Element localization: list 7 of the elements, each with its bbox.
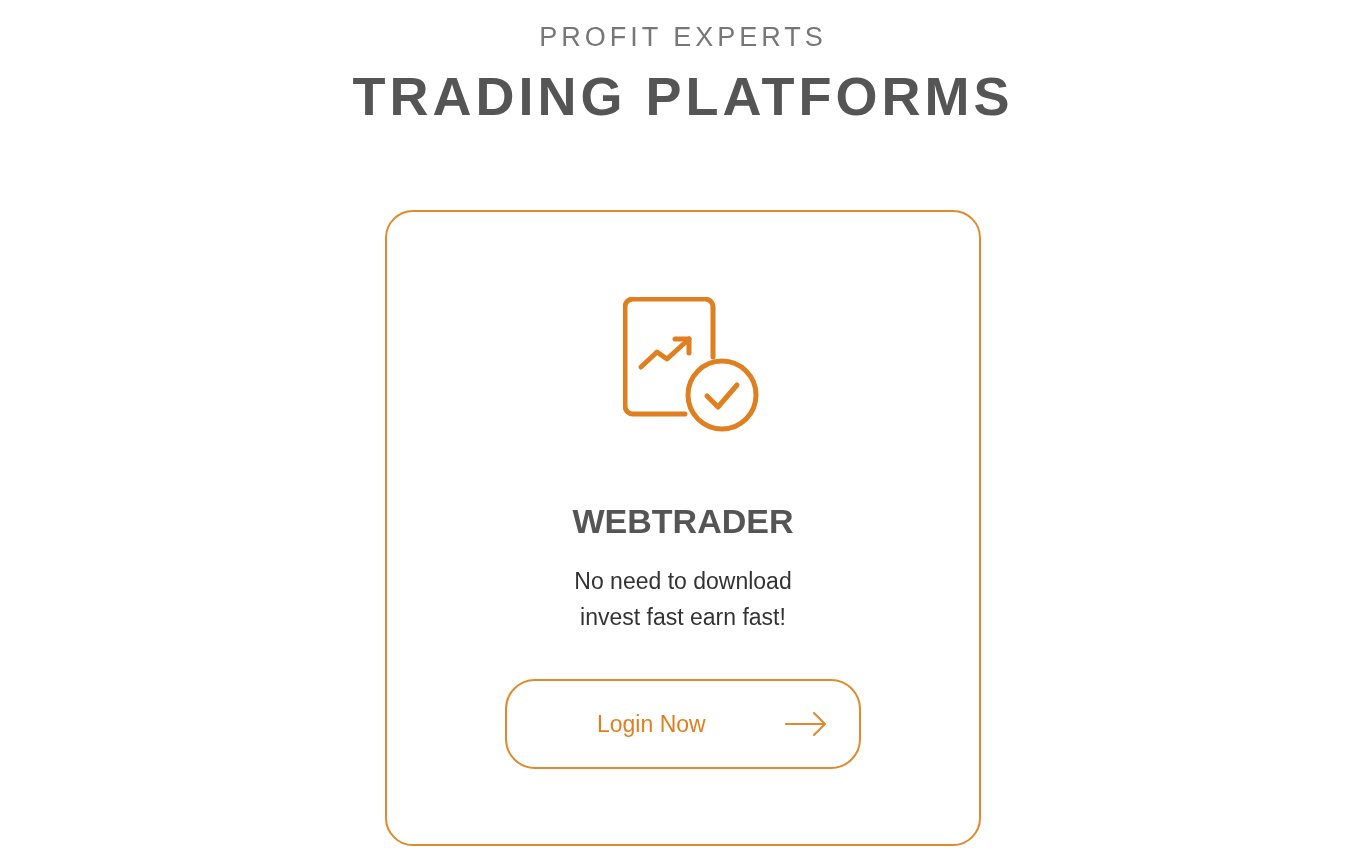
arrow-right-icon [785,712,827,736]
platform-description: No need to download invest fast earn fast! [574,567,792,632]
login-button[interactable]: Login Now [505,679,861,769]
section-title: TRADING PLATFORMS [352,65,1014,128]
platform-title: WEBTRADER [572,501,794,541]
document-chart-check-icon [623,297,759,433]
section-eyebrow: PROFIT EXPERTS [539,22,827,52]
